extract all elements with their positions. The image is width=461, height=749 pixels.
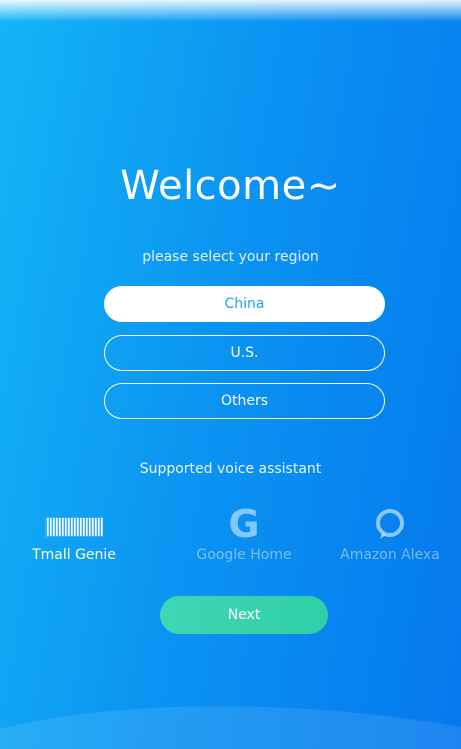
- assistant-name-google-home: Google Home: [196, 547, 292, 563]
- google-g-icon: G: [228, 502, 260, 546]
- welcome-title: Welcome~: [120, 163, 341, 209]
- assistant-google-home[interactable]: G Google Home: [174, 505, 314, 563]
- assistant-name-tmall-genie: Tmall Genie: [32, 547, 116, 563]
- tmall-genie-icon: [45, 517, 103, 537]
- next-button[interactable]: Next: [160, 596, 328, 634]
- region-prompt: please select your region: [142, 249, 319, 265]
- top-edge-highlight: [0, 0, 461, 22]
- assistant-tmall-genie[interactable]: Tmall Genie: [4, 505, 144, 563]
- alexa-ring-icon: [376, 509, 404, 539]
- region-option-china[interactable]: China: [104, 286, 385, 322]
- bottom-wave-decoration: [0, 706, 461, 749]
- voice-assistant-heading: Supported voice assistant: [139, 461, 322, 477]
- region-select-screen: Welcome~ please select your region China…: [0, 0, 461, 749]
- assistant-name-amazon-alexa: Amazon Alexa: [340, 547, 440, 563]
- assistant-amazon-alexa[interactable]: Amazon Alexa: [320, 505, 460, 563]
- region-option-us[interactable]: U.S.: [104, 335, 385, 371]
- region-option-others[interactable]: Others: [104, 383, 385, 419]
